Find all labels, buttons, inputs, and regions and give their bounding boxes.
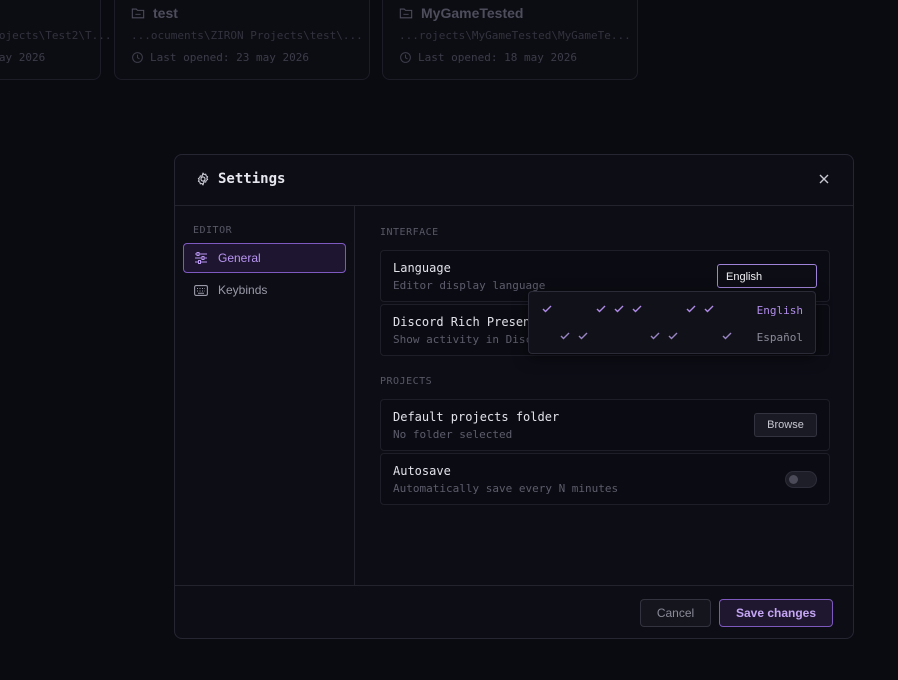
toggle-knob bbox=[789, 475, 798, 484]
modal-title-text: Settings bbox=[218, 171, 286, 187]
modal-title: Settings bbox=[196, 171, 285, 187]
setting-description: No folder selected bbox=[393, 428, 513, 441]
setting-description: Automatically save every N minutes bbox=[393, 482, 619, 495]
check-icon bbox=[578, 332, 588, 340]
project-name: MyGameTested bbox=[421, 5, 524, 21]
check-icon bbox=[632, 305, 642, 313]
project-path: ...rojects\MyGameTested\MyGameTe... bbox=[399, 29, 631, 42]
cancel-button[interactable]: Cancel bbox=[640, 599, 711, 627]
settings-content: INTERFACE Language Editor display langua… bbox=[356, 206, 853, 585]
setting-description: Show activity in Disc bbox=[393, 333, 533, 346]
sidebar-item-general[interactable]: General bbox=[183, 243, 346, 273]
language-select[interactable]: English bbox=[717, 264, 817, 288]
autosave-toggle[interactable] bbox=[785, 471, 817, 488]
language-option-espanol[interactable]: Español bbox=[529, 324, 815, 350]
browse-button[interactable]: Browse bbox=[754, 413, 817, 437]
setting-description: Editor display language bbox=[393, 279, 546, 292]
language-option-english[interactable]: English bbox=[529, 297, 815, 323]
section-label-interface: INTERFACE bbox=[380, 227, 439, 238]
project-last-opened: Last opened: 23 may 2026 bbox=[131, 51, 309, 64]
folder-icon bbox=[399, 8, 413, 19]
history-icon bbox=[132, 52, 143, 63]
project-card[interactable]: MyGameTested ...rojects\MyGameTested\MyG… bbox=[382, 0, 638, 80]
check-icon bbox=[686, 305, 696, 313]
modal-footer: Cancel Save changes bbox=[175, 585, 853, 638]
project-name: test bbox=[153, 5, 178, 21]
modal-header: Settings bbox=[175, 155, 853, 206]
settings-modal: Settings EDITOR General Keybinds INTERFA… bbox=[174, 154, 854, 639]
setting-row-projects-folder: Default projects folder No folder select… bbox=[380, 399, 830, 451]
setting-row-autosave: Autosave Automatically save every N minu… bbox=[380, 453, 830, 505]
folder-icon bbox=[131, 8, 145, 19]
project-card[interactable]: test ...ocuments\ZIRON Projects\test\...… bbox=[114, 0, 370, 80]
sliders-icon bbox=[195, 252, 207, 264]
check-icon bbox=[542, 305, 552, 313]
check-icon bbox=[650, 332, 660, 340]
last-opened-text: ...ay 2026 bbox=[0, 51, 46, 64]
project-title: MyGameTested bbox=[399, 5, 523, 21]
project-card[interactable]: ...ojects\Test2\T... ...ay 2026 bbox=[0, 0, 111, 80]
project-path: ...ocuments\ZIRON Projects\test\... bbox=[131, 29, 363, 42]
project-last-opened: ...ay 2026 bbox=[0, 51, 45, 64]
setting-title: Discord Rich Presen bbox=[393, 315, 531, 329]
project-last-opened: Last opened: 18 may 2026 bbox=[399, 51, 577, 64]
close-icon[interactable] bbox=[817, 172, 831, 186]
option-label: Español bbox=[756, 331, 803, 344]
section-label-projects: PROJECTS bbox=[380, 376, 433, 387]
setting-title: Language bbox=[393, 261, 451, 275]
last-opened-text: Last opened: 18 may 2026 bbox=[418, 51, 577, 64]
setting-title: Default projects folder bbox=[393, 410, 560, 424]
option-label: English bbox=[756, 304, 803, 317]
project-path: ...ojects\Test2\T... bbox=[0, 29, 112, 42]
keyboard-icon bbox=[194, 284, 208, 296]
setting-title: Autosave bbox=[393, 464, 451, 478]
settings-sidebar: EDITOR General Keybinds bbox=[175, 206, 355, 585]
sidebar-item-keybinds[interactable]: Keybinds bbox=[183, 275, 346, 305]
check-icon bbox=[704, 305, 714, 313]
language-dropdown: English Español bbox=[528, 291, 816, 354]
check-icon bbox=[596, 305, 606, 313]
gear-icon bbox=[197, 172, 209, 186]
project-title: test bbox=[131, 5, 178, 21]
save-changes-button[interactable]: Save changes bbox=[719, 599, 833, 627]
last-opened-text: Last opened: 23 may 2026 bbox=[150, 51, 309, 64]
check-icon bbox=[668, 332, 678, 340]
check-icon bbox=[614, 305, 624, 313]
sidebar-item-label: Keybinds bbox=[218, 283, 268, 297]
sidebar-section-editor: EDITOR bbox=[193, 225, 233, 236]
check-icon bbox=[560, 332, 570, 340]
history-icon bbox=[400, 52, 411, 63]
check-icon bbox=[722, 332, 732, 340]
sidebar-item-label: General bbox=[218, 251, 261, 265]
